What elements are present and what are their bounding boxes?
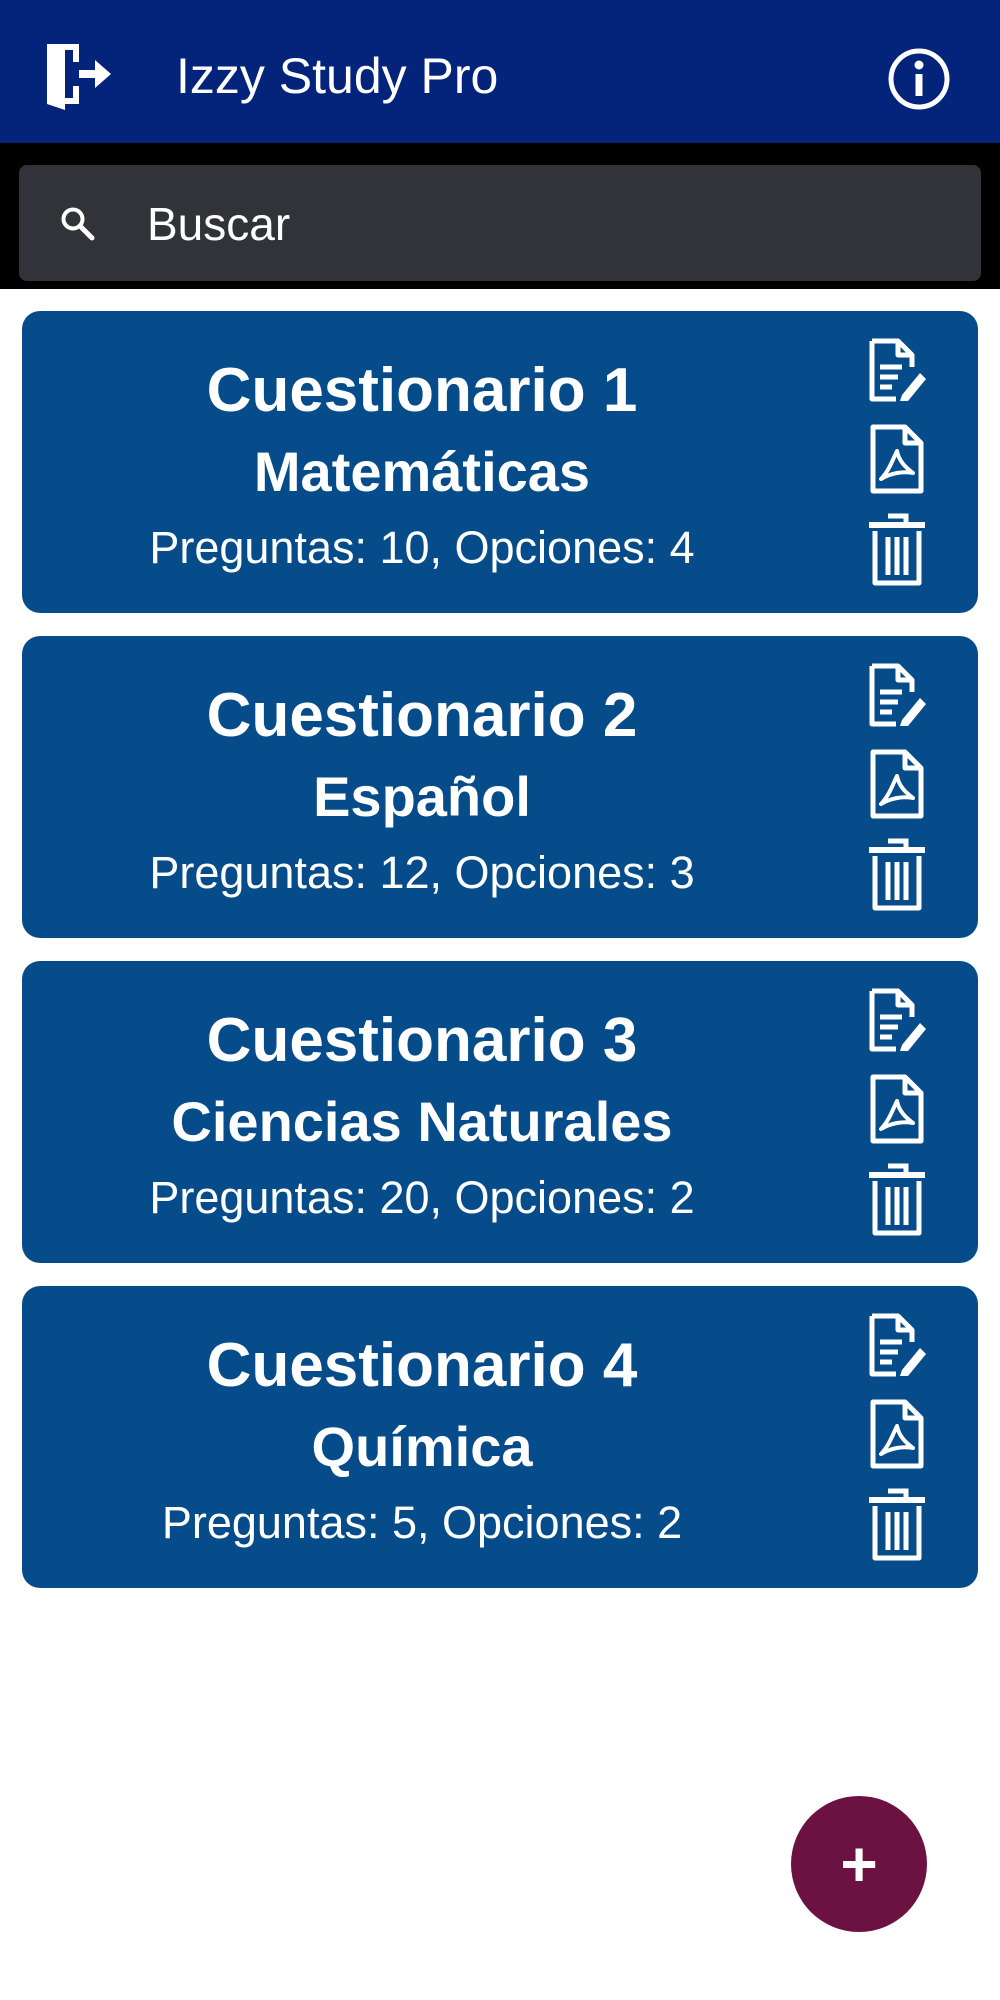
quiz-card-text: Cuestionario 4 Química Preguntas: 5, Opc…: [22, 1326, 822, 1558]
quiz-title: Cuestionario 3: [206, 1006, 638, 1075]
delete-quiz-button[interactable]: [862, 1488, 932, 1566]
quiz-card-text: Cuestionario 3 Ciencias Naturales Pregun…: [22, 1001, 822, 1233]
quiz-card[interactable]: Cuestionario 2 Español Preguntas: 12, Op…: [22, 636, 978, 938]
quiz-card[interactable]: Cuestionario 1 Matemáticas Preguntas: 10…: [22, 311, 978, 613]
search-input[interactable]: [145, 185, 949, 263]
pdf-file-icon: [870, 749, 924, 819]
search-box[interactable]: [19, 165, 981, 281]
pdf-export-button[interactable]: [862, 1398, 932, 1476]
pdf-export-button[interactable]: [862, 423, 932, 501]
trash-icon: [869, 1163, 925, 1236]
quiz-subject: Matemáticas: [253, 440, 591, 503]
delete-quiz-button[interactable]: [862, 1163, 932, 1241]
quiz-meta: Preguntas: 20, Opciones: 2: [149, 1172, 695, 1223]
quiz-card[interactable]: Cuestionario 3 Ciencias Naturales Pregun…: [22, 961, 978, 1263]
app-title: Izzy Study Pro: [176, 48, 499, 104]
exit-door-icon: [47, 44, 111, 110]
app-bar: Izzy Study Pro: [0, 0, 1000, 143]
quiz-card-text: Cuestionario 2 Español Preguntas: 12, Op…: [22, 676, 822, 908]
edit-document-icon: [869, 988, 926, 1052]
quiz-title: Cuestionario 1: [206, 356, 638, 425]
quiz-title: Cuestionario 2: [206, 681, 638, 750]
search-bar: [0, 143, 1000, 289]
edit-document-icon: [869, 1313, 926, 1377]
info-button[interactable]: [886, 46, 952, 112]
pdf-file-icon: [870, 1399, 924, 1469]
quiz-meta: Preguntas: 5, Opciones: 2: [161, 1497, 683, 1548]
delete-quiz-button[interactable]: [862, 838, 932, 916]
quiz-subject: Español: [313, 765, 531, 828]
pdf-export-button[interactable]: [862, 748, 932, 826]
edit-quiz-button[interactable]: [862, 662, 932, 734]
exit-button[interactable]: [38, 34, 118, 114]
plus-icon: +: [840, 1828, 878, 1900]
pdf-export-button[interactable]: [862, 1073, 932, 1151]
quiz-card-text: Cuestionario 1 Matemáticas Preguntas: 10…: [22, 351, 822, 583]
edit-document-icon: [869, 663, 926, 727]
quiz-card[interactable]: Cuestionario 4 Química Preguntas: 5, Opc…: [22, 1286, 978, 1588]
pdf-file-icon: [870, 1074, 924, 1144]
trash-icon: [869, 838, 925, 911]
quiz-meta: Preguntas: 12, Opciones: 3: [149, 847, 695, 898]
trash-icon: [869, 1488, 925, 1561]
trash-icon: [869, 513, 925, 586]
quiz-subject: Química: [311, 1415, 533, 1478]
info-icon: [888, 48, 950, 110]
edit-quiz-button[interactable]: [862, 987, 932, 1059]
edit-quiz-button[interactable]: [862, 1312, 932, 1384]
edit-quiz-button[interactable]: [862, 337, 932, 409]
quiz-meta: Preguntas: 10, Opciones: 4: [149, 522, 695, 573]
quiz-list: Cuestionario 1 Matemáticas Preguntas: 10…: [22, 311, 978, 1611]
add-quiz-button[interactable]: +: [791, 1796, 927, 1932]
search-icon: [61, 207, 95, 241]
pdf-file-icon: [870, 424, 924, 494]
quiz-title: Cuestionario 4: [206, 1331, 638, 1400]
edit-document-icon: [869, 338, 926, 402]
delete-quiz-button[interactable]: [862, 513, 932, 591]
quiz-subject: Ciencias Naturales: [171, 1090, 673, 1153]
